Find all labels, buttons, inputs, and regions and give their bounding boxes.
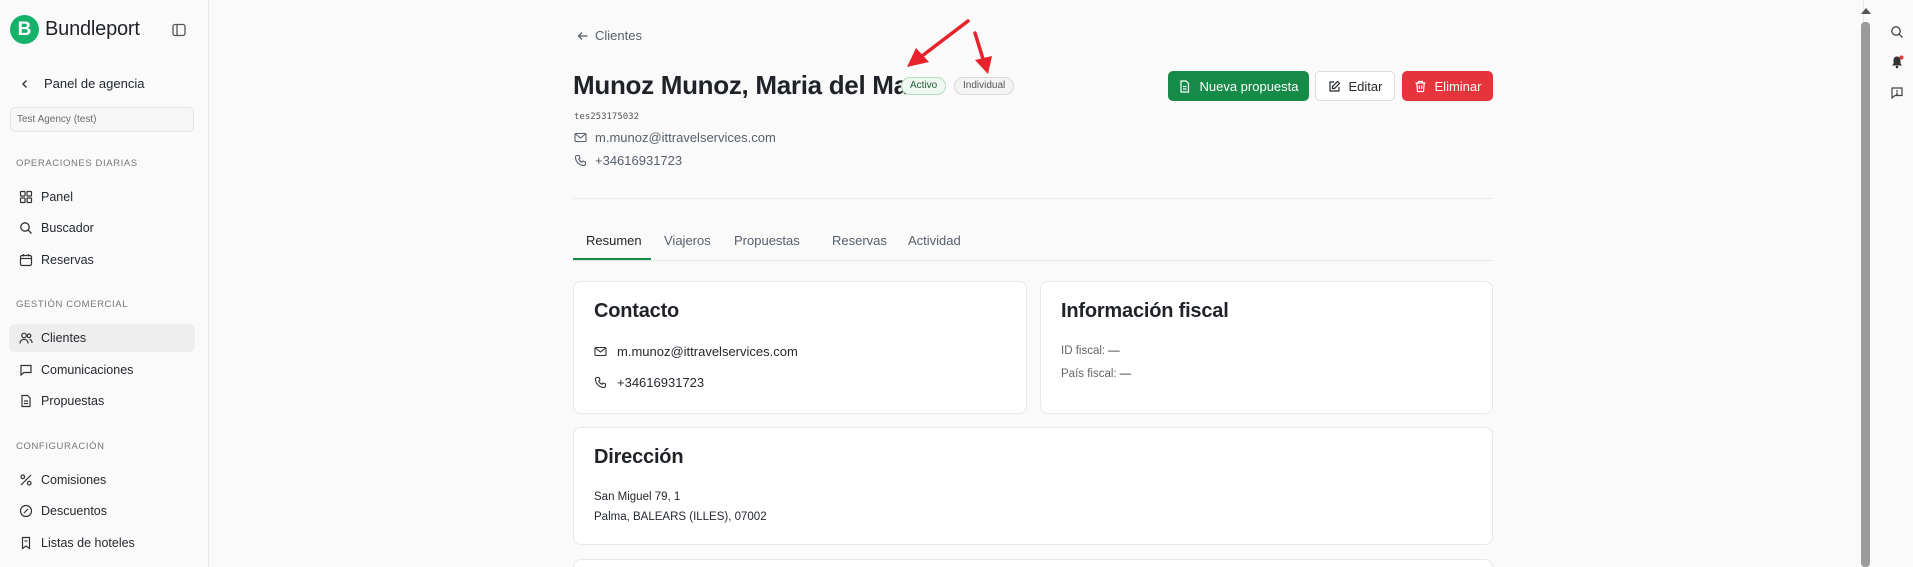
trash-icon (1415, 80, 1426, 92)
edit-icon (1328, 80, 1340, 92)
page-title: Munoz Munoz, Maria del Mar (573, 70, 918, 100)
message-icon (20, 364, 32, 377)
file-icon (1180, 79, 1190, 93)
tab-resumen[interactable]: Resumen (586, 233, 642, 248)
sidebar-item-label: Panel (41, 190, 73, 204)
delete-label: Eliminar (1434, 78, 1482, 94)
tax-country-value: — (1119, 368, 1132, 380)
feedback-icon[interactable] (1890, 86, 1904, 100)
status-badge: Activo (901, 77, 947, 95)
address-line-1: San Miguel 79, 1 (594, 491, 681, 503)
address-card-title: Dirección (594, 446, 684, 468)
scrollbar-thumb[interactable] (1861, 22, 1870, 567)
contact-card: Contacto m.munoz@ittravelservices.com +3… (573, 281, 1027, 414)
active-tab-indicator (573, 258, 651, 260)
notification-bell-icon[interactable] (1890, 55, 1904, 69)
sidebar-item-label: Propuestas (41, 394, 105, 408)
fiscal-info-card: Información fiscal ID fiscal: — País fisc… (1040, 281, 1493, 414)
tab-viajeros[interactable]: Viajeros (664, 233, 711, 248)
tax-id-row: ID fiscal: — (1061, 345, 1120, 357)
tax-id-label: ID fiscal: (1061, 345, 1106, 357)
sidebar-toggle-icon[interactable] (171, 22, 187, 38)
brand-name: Bundleport (45, 18, 140, 40)
file-icon (21, 394, 31, 408)
sidebar-item-label: Buscador (41, 221, 94, 235)
sidebar-item-label: Listas de hoteles (41, 536, 135, 550)
header-phone[interactable]: +34616931723 (574, 153, 682, 168)
new-proposal-button[interactable]: Nueva propuesta (1168, 71, 1309, 101)
contact-card-title: Contacto (594, 300, 680, 322)
calendar-icon (19, 254, 33, 267)
tax-id-value: — (1108, 345, 1120, 357)
new-proposal-label: Nueva propuesta (1199, 78, 1299, 94)
header-divider (573, 198, 1493, 199)
sidebar: B Bundleport Panel de agencia Test Agenc… (0, 0, 209, 567)
contact-email[interactable]: m.munoz@ittravelservices.com (594, 344, 798, 359)
grid-icon (19, 190, 33, 204)
fiscal-card-title: Información fiscal (1061, 300, 1229, 322)
sidebar-item-buscador[interactable]: Buscador (9, 214, 195, 242)
users-icon (19, 332, 33, 344)
sidebar-item-label: Clientes (41, 331, 87, 345)
percent-icon (20, 474, 32, 486)
main-content: Clientes Munoz Munoz, Maria del Mar Acti… (209, 0, 1863, 567)
phone-icon (594, 376, 607, 389)
sidebar-item-label: Comunicaciones (41, 363, 134, 377)
mail-icon (594, 346, 607, 357)
chevron-left-icon (22, 79, 27, 88)
sidebar-item-label: Reservas (41, 253, 94, 267)
mail-icon (574, 132, 587, 143)
back-link-label: Clientes (595, 28, 642, 43)
arrow-left-icon (577, 31, 588, 40)
sidebar-item-listas-hoteles[interactable]: Listas de hoteles (9, 529, 195, 557)
brand[interactable]: B Bundleport (10, 15, 140, 44)
sidebar-item-clientes[interactable]: Clientes (9, 324, 195, 352)
tab-actividad[interactable]: Actividad (908, 233, 961, 248)
sidebar-item-panel[interactable]: Panel (9, 183, 195, 211)
edit-button[interactable]: Editar (1315, 71, 1395, 101)
section-title-daily-ops: OPERACIONES DIARIAS (16, 158, 138, 169)
back-to-clients-link[interactable]: Clientes (577, 28, 642, 43)
tab-propuestas[interactable]: Propuestas (734, 233, 800, 248)
type-badge: Individual (954, 77, 1015, 95)
header-phone-text: +34616931723 (595, 153, 683, 168)
client-code: tes253175032 (574, 112, 640, 122)
sidebar-item-comisiones[interactable]: Comisiones (9, 466, 195, 494)
section-title-config: CONFIGURACIÓN (16, 441, 105, 452)
bookmark-icon (21, 536, 31, 550)
client-tabs: Resumen Viajeros Propuestas Reservas Act… (573, 229, 1493, 261)
agency-panel-label: Panel de agencia (44, 76, 145, 91)
next-card (573, 559, 1493, 567)
sidebar-item-comunicaciones[interactable]: Comunicaciones (9, 356, 195, 384)
sidebar-item-reservas[interactable]: Reservas (9, 246, 195, 274)
bundleport-logo: B (10, 15, 39, 44)
contact-email-text: m.munoz@ittravelservices.com (617, 344, 798, 359)
tax-country-row: País fiscal: — (1061, 368, 1131, 380)
delete-button[interactable]: Eliminar (1402, 71, 1493, 101)
contact-phone[interactable]: +34616931723 (594, 375, 704, 390)
header-email-text: m.munoz@ittravelservices.com (595, 130, 776, 145)
phone-icon (574, 154, 587, 167)
badge-percent-icon (19, 504, 33, 518)
tax-country-label: País fiscal: (1061, 368, 1117, 380)
sidebar-item-label: Descuentos (41, 504, 108, 518)
scroll-up-icon[interactable] (1860, 6, 1872, 16)
sidebar-item-label: Comisiones (41, 473, 107, 487)
address-card: Dirección San Miguel 79, 1 Palma, BALEAR… (573, 427, 1493, 545)
sidebar-item-descuentos[interactable]: Descuentos (9, 497, 195, 525)
address-line-2: Palma, BALEARS (ILLES), 07002 (594, 511, 767, 523)
sidebar-item-propuestas[interactable]: Propuestas (9, 387, 195, 415)
section-title-commercial: GESTIÓN COMERCIAL (16, 299, 129, 310)
agency-panel-back-link[interactable]: Panel de agencia (20, 76, 144, 91)
header-email[interactable]: m.munoz@ittravelservices.com (574, 130, 776, 145)
edit-label: Editar (1348, 78, 1383, 94)
tab-reservas[interactable]: Reservas (832, 233, 887, 248)
search-icon[interactable] (1890, 25, 1904, 39)
agency-selector[interactable]: Test Agency (test) (10, 107, 194, 132)
search-icon (20, 222, 32, 234)
right-rail (1863, 0, 1913, 567)
contact-phone-text: +34616931723 (617, 375, 705, 390)
